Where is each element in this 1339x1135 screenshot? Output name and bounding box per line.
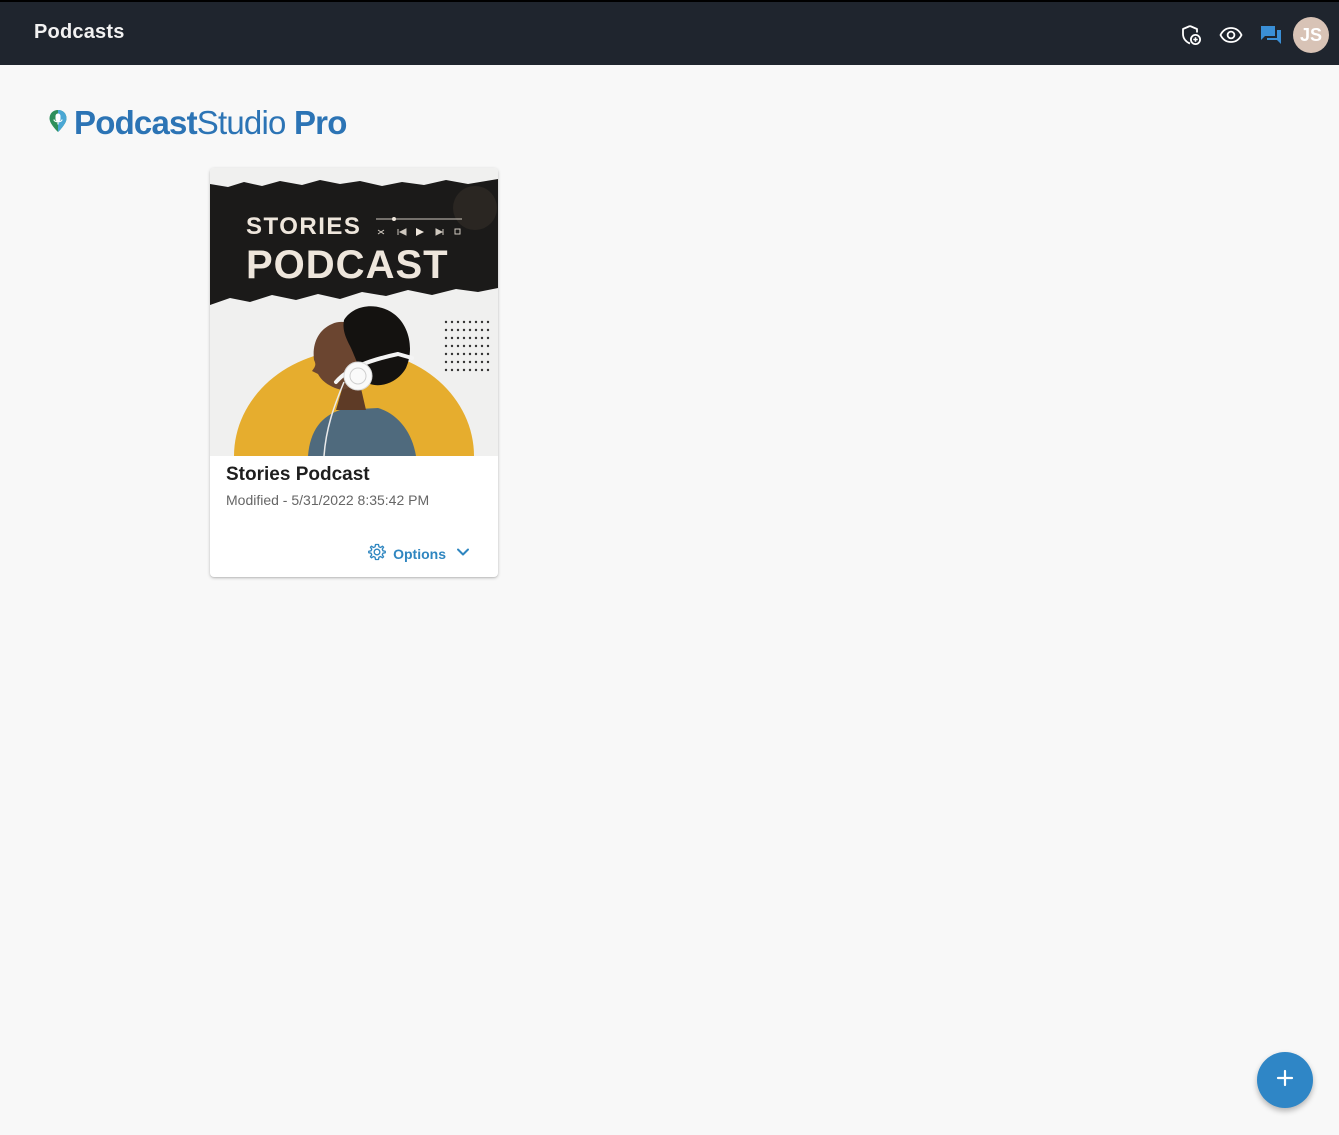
options-dropdown-button[interactable]: Options [367, 542, 470, 565]
modified-timestamp: Modified - 5/31/2022 8:35:42 PM [226, 492, 430, 508]
add-podcast-button[interactable] [1257, 1052, 1313, 1108]
chevron-down-icon [456, 545, 470, 562]
user-avatar[interactable]: JS [1293, 17, 1329, 53]
shield-add-icon [1179, 23, 1203, 47]
messages-button[interactable] [1251, 15, 1291, 55]
app-title: Podcasts [34, 21, 125, 43]
shield-add-button[interactable] [1171, 15, 1211, 55]
podcast-card[interactable]: STORIES PODCAST Stories Podcast Modified… [210, 168, 498, 577]
podcast-title[interactable]: Stories Podcast [226, 464, 370, 486]
chat-icon [1259, 23, 1283, 47]
cover-text-stories: STORIES [246, 213, 361, 240]
topbar-actions: JS [1171, 15, 1329, 55]
podcast-cover-image[interactable]: STORIES PODCAST [210, 168, 498, 456]
brand-logo-text: PodcastStudio Pro [74, 104, 347, 141]
options-label: Options [393, 545, 446, 562]
cover-text-podcast: PODCAST [246, 243, 449, 287]
plus-icon [1275, 1068, 1295, 1093]
preview-button[interactable] [1211, 15, 1251, 55]
brand-logo: PodcastStudio Pro [48, 104, 347, 142]
gear-icon [367, 542, 387, 565]
top-app-bar: Podcasts JS [0, 0, 1339, 65]
microphone-pin-icon [48, 109, 68, 138]
eye-icon [1219, 23, 1243, 47]
